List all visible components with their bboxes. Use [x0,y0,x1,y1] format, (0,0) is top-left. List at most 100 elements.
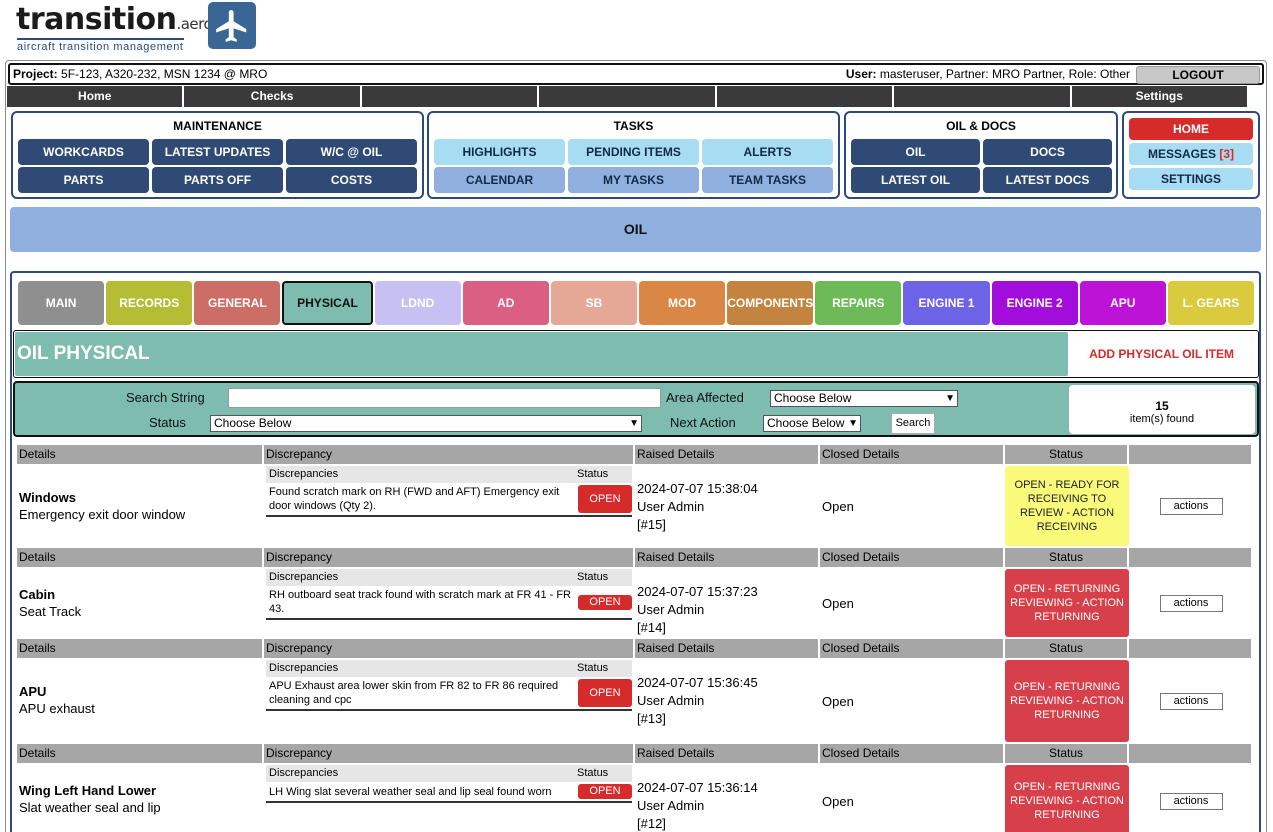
highlights-button[interactable]: HIGHLIGHTS [434,139,565,165]
column-header: Closed Details [820,639,1005,658]
column-header: Raised Details [635,744,820,763]
oil-button[interactable]: OIL [851,139,980,165]
discrepancy-subheader: Discrepancies Status [266,466,632,483]
parts-button[interactable]: PARTS [18,167,149,193]
status-badge: OPEN - RETURNING REVIEWING - ACTION RETU… [1005,660,1129,742]
column-header: Status [1005,639,1129,658]
messages-button[interactable]: MESSAGES [3] [1129,143,1253,165]
table-header-row: Details Discrepancy Raised Details Closed D… [17,445,1253,464]
column-header: Details [17,548,264,567]
docs-button[interactable]: DOCS [983,139,1112,165]
nav-checks[interactable]: Checks [184,86,362,107]
next-action-select[interactable]: Choose Below ▼ [763,415,861,432]
top-nav: Home Checks Settings [7,86,1247,107]
pending-items-button[interactable]: PENDING ITEMS [568,139,699,165]
section-header: OIL PHYSICAL ADD PHYSICAL OIL ITEM [13,330,1259,378]
chevron-down-icon: ▼ [945,393,955,404]
discrepancy-open-button[interactable]: OPEN [578,594,632,610]
workcards-button[interactable]: WORKCARDS [18,139,149,165]
tab-apu[interactable]: APU [1079,281,1166,325]
record-subtitle: APU exhaust [19,701,95,716]
actions-button[interactable]: actions [1159,594,1223,612]
status-select[interactable]: Choose Below ▼ [210,415,642,432]
column-header: Raised Details [635,548,820,567]
area-affected-select[interactable]: Choose Below ▼ [770,390,958,407]
parts-off-button[interactable]: PARTS OFF [152,167,283,193]
search-string-label: Search String [126,390,205,405]
team-tasks-button[interactable]: TEAM TASKS [702,167,833,193]
tab-physical[interactable]: PHYSICAL [282,281,373,325]
table-row: Windows Emergency exit door window Discr… [17,464,1253,548]
tab-sb[interactable]: SB [550,281,637,325]
results-count-label: item(s) found [1129,413,1195,425]
table-header-row: Details Discrepancy Raised Details Closed D… [17,744,1253,763]
alerts-button[interactable]: ALERTS [702,139,833,165]
project-bar: Project: 5F-123, A320-232, MSN 1234 @ MR… [8,63,1264,85]
discrepancy-open-button[interactable]: OPEN [578,784,632,799]
raised-date: 2024-07-07 15:37:23 [637,584,758,599]
tab-general[interactable]: GENERAL [194,281,281,325]
raised-by: User Admin [637,499,705,514]
latest-docs-button[interactable]: LATEST DOCS [983,167,1112,193]
search-string-input[interactable] [228,388,661,408]
wc-at-oil-button[interactable]: W/C @ OIL [286,139,417,165]
tab-l-gears[interactable]: L. GEARS [1167,281,1254,325]
next-action-label: Next Action [670,415,736,430]
record-actions-cell: actions [1129,567,1253,639]
record-actions-cell: actions [1129,464,1253,548]
tab-ldnd[interactable]: LDND [374,281,461,325]
messages-count-badge: [3] [1219,147,1235,161]
record-details: Cabin Seat Track [17,567,264,639]
closed-details: Open [822,595,854,611]
actions-button[interactable]: actions [1159,692,1223,710]
tab-mod[interactable]: MOD [638,281,726,325]
costs-button[interactable]: COSTS [286,167,417,193]
tab-records[interactable]: RECORDS [106,281,193,325]
calendar-button[interactable]: CALENDAR [434,167,565,193]
tasks-menu: TASKS HIGHLIGHTS PENDING ITEMS ALERTS CA… [427,111,840,199]
home-button[interactable]: HOME [1129,118,1253,140]
discrepancy-open-button[interactable]: OPEN [578,485,632,513]
column-header: Status [1005,548,1129,567]
discrepancy-subheader: Discrepancies Status [266,660,632,677]
column-header: Closed Details [820,548,1005,567]
actions-button[interactable]: actions [1159,497,1223,515]
record-discrepancy: Discrepancies Status APU Exhaust area lo… [264,658,635,744]
actions-button[interactable]: actions [1159,792,1223,810]
raised-by: User Admin [637,693,705,708]
search-button[interactable]: Search [891,413,935,434]
record-subtitle: Emergency exit door window [19,507,186,522]
discrepancy-subheader-label: Discrepancies [269,767,339,779]
nav-settings[interactable]: Settings [1071,86,1247,107]
closed-details: Open [822,693,854,709]
column-header [1129,639,1253,658]
tab-main[interactable]: MAIN [18,281,105,325]
results-count: 15 [1155,399,1169,413]
add-physical-oil-item-link[interactable]: ADD PHYSICAL OIL ITEM [1089,347,1234,361]
latest-oil-button[interactable]: LATEST OIL [851,167,980,193]
logout-button[interactable]: LOGOUT [1136,66,1260,84]
column-header: Discrepancy [264,639,635,658]
quick-nav-menu: HOME MESSAGES [3] SETTINGS [1122,111,1260,199]
tab-engine-1[interactable]: ENGINE 1 [903,281,990,325]
record-details: Windows Emergency exit door window [17,464,264,548]
section-title: OIL PHYSICAL [15,332,1068,376]
nav-home[interactable]: Home [7,86,185,107]
tab-components[interactable]: COMPONENTS [727,281,814,325]
record-title: Windows [19,490,76,505]
nav-empty-2 [539,86,717,107]
discrepancy-open-button[interactable]: OPEN [578,679,632,707]
table-row: APU APU exhaust Discrepancies Status APU… [17,658,1253,744]
discrepancy-subheader-label: Discrepancies [269,468,339,480]
discrepancy-text: Found scratch mark on RH (FWD and AFT) E… [269,486,560,512]
tab-engine-2[interactable]: ENGINE 2 [991,281,1078,325]
table-row: Cabin Seat Track Discrepancies Status RH… [17,567,1253,639]
brand-logo[interactable]: transition.aero aircraft transition mana… [14,2,264,54]
settings-button[interactable]: SETTINGS [1129,168,1253,190]
my-tasks-button[interactable]: MY TASKS [568,167,699,193]
column-header: Raised Details [635,445,820,464]
raised-by: User Admin [637,798,705,813]
latest-updates-button[interactable]: LATEST UPDATES [152,139,283,165]
tab-ad[interactable]: AD [462,281,549,325]
tab-repairs[interactable]: REPAIRS [815,281,902,325]
